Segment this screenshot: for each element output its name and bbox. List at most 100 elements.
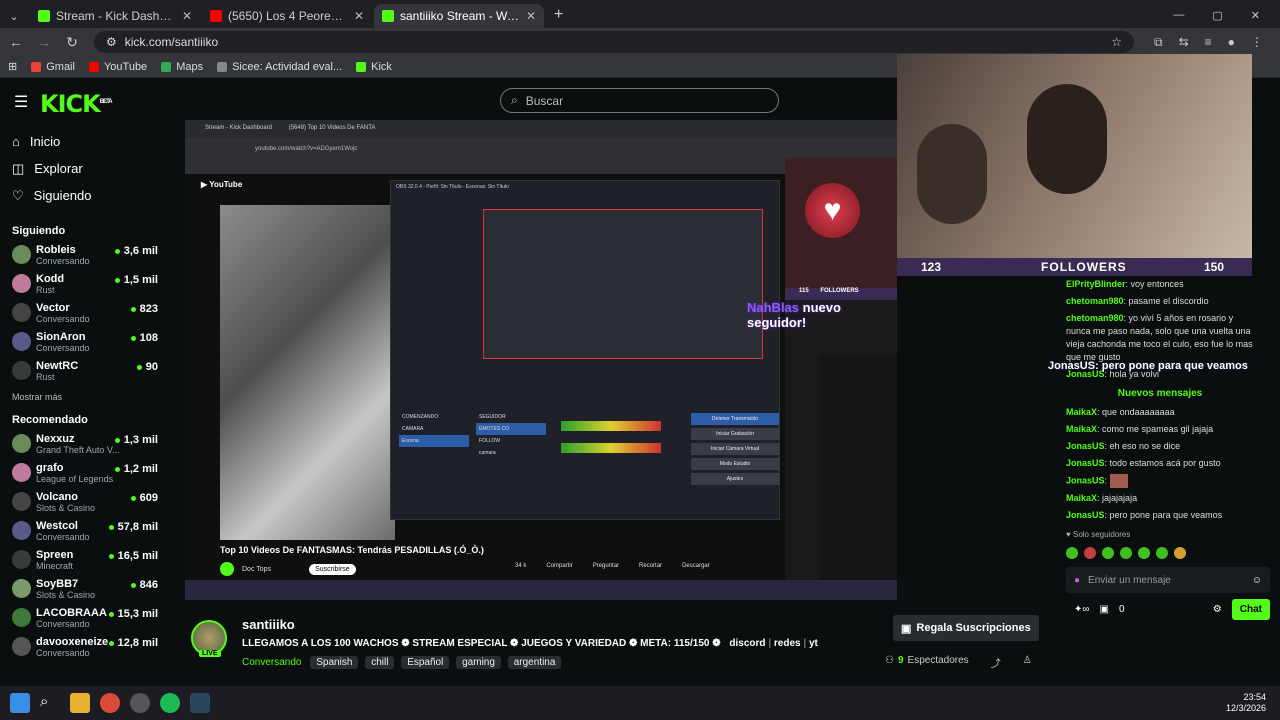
chrome-icon[interactable] [100, 693, 120, 713]
site-info-icon[interactable]: ⚙ [106, 35, 117, 49]
kick-logo[interactable]: KICKBETA [40, 90, 113, 118]
channel-item[interactable]: SionAron Conversando 108 [0, 328, 170, 357]
apps-icon[interactable]: ⊞ [8, 60, 17, 73]
chat-username[interactable]: MaikaX [1066, 424, 1097, 434]
search-input[interactable]: ⌕ Buscar [500, 88, 779, 113]
follow-icon[interactable]: ♙ [1023, 655, 1032, 670]
video-player[interactable]: Stream - Kick Dashboard (5648) Top 10 Vi… [185, 120, 897, 600]
window-close-icon[interactable]: ✕ [1251, 9, 1260, 22]
chat-username[interactable]: MaikaX [1066, 493, 1097, 503]
steam-icon[interactable] [190, 693, 210, 713]
stream-category[interactable]: Conversando [242, 657, 301, 668]
tab-kick-dashboard[interactable]: Stream - Kick Dashboard ✕ [30, 4, 200, 28]
new-messages-divider[interactable]: Nuevos mensajes [1040, 383, 1280, 404]
profile-icon[interactable]: ● [1228, 35, 1235, 50]
bookmark-kick[interactable]: Kick [356, 61, 392, 73]
channel-item[interactable]: Westcol Conversando 57,8 mil [0, 517, 170, 546]
link-redes[interactable]: redes [774, 638, 801, 649]
stream-tag[interactable]: chill [365, 656, 395, 669]
channel-item[interactable]: davooxeneize Conversando 12,8 mil [0, 633, 170, 662]
reload-icon[interactable]: ↻ [60, 34, 84, 51]
minimize-icon[interactable]: — [1173, 9, 1184, 22]
stream-tag[interactable]: argentina [507, 656, 562, 669]
maximize-icon[interactable]: ▢ [1212, 9, 1222, 22]
emoji-icon[interactable]: ☺ [1252, 574, 1262, 587]
forward-icon[interactable]: → [32, 34, 56, 50]
chat-send-button[interactable]: Chat [1231, 599, 1270, 620]
link-discord[interactable]: discord [729, 638, 765, 649]
channel-item[interactable]: Nexxuz Grand Theft Auto V... 1,3 mil [0, 430, 170, 459]
bookmark-youtube[interactable]: YouTube [88, 61, 147, 73]
stream-tag[interactable]: gaming [456, 656, 501, 669]
tab-santiiiko-stream[interactable]: santiiiko Stream - Watch Li ✕ [374, 4, 544, 28]
channel-item[interactable]: grafo League of Legends 1,2 mil [0, 459, 170, 488]
channel-item[interactable]: Volcano Slots & Casino 609 [0, 488, 170, 517]
spotify-icon[interactable] [160, 693, 180, 713]
channel-item[interactable]: LACOBRAAA Conversando 15,3 mil [0, 604, 170, 633]
tab-search-icon[interactable]: ⌄ [0, 10, 28, 23]
search-icon[interactable]: ⌕ [40, 693, 60, 713]
gift-subs-button[interactable]: ▣ Regala Suscripciones [893, 615, 1039, 641]
settings-icon[interactable]: ⚙ [1213, 603, 1222, 616]
chat-username[interactable]: JonasUS [1066, 510, 1105, 520]
close-icon[interactable]: ✕ [526, 9, 536, 23]
chat-username[interactable]: JonasUS [1066, 458, 1105, 468]
menu-icon[interactable]: ⋮ [1251, 35, 1263, 50]
translate-icon[interactable]: ⇆ [1179, 35, 1189, 50]
chat-username[interactable]: chetoman980 [1066, 313, 1124, 323]
bookmark-sicee[interactable]: Sicee: Actividad eval... [217, 61, 342, 73]
emote-icon[interactable] [1120, 547, 1132, 559]
emote-icon[interactable] [1174, 547, 1186, 559]
obs-icon[interactable] [130, 693, 150, 713]
bookmark-gmail[interactable]: Gmail [31, 61, 75, 73]
nav-explorar[interactable]: ◫ Explorar [0, 155, 170, 182]
nav-siguiendo[interactable]: ♡ Siguiendo [0, 182, 170, 209]
tab-youtube[interactable]: (5650) Los 4 Peores Encuentros ✕ [202, 4, 372, 28]
clock[interactable]: 23:54 12/3/2026 [1226, 692, 1266, 714]
gift-icon[interactable]: ▣ [1100, 603, 1109, 616]
extensions-icon[interactable]: ⧉ [1154, 35, 1163, 50]
emote-icon[interactable] [1084, 547, 1096, 559]
channel-item[interactable]: Spreen Minecraft 16,5 mil [0, 546, 170, 575]
show-more-link[interactable]: Mostrar más [0, 392, 170, 402]
points-icon[interactable]: ✦∞ [1074, 603, 1090, 616]
channel-item[interactable]: NewtRC Rust 90 [0, 357, 170, 386]
chat-username[interactable]: ElPrityBlinder [1066, 279, 1126, 289]
back-icon[interactable]: ← [4, 34, 28, 50]
new-tab-button[interactable]: + [554, 6, 563, 24]
close-icon[interactable]: ✕ [182, 9, 192, 23]
bookmark-maps[interactable]: Maps [161, 61, 203, 73]
hamburger-menu-icon[interactable]: ☰ [14, 92, 28, 112]
file-explorer-icon[interactable] [70, 693, 90, 713]
emote-icon[interactable] [1156, 547, 1168, 559]
chat-username[interactable]: MaikaX [1066, 407, 1097, 417]
stream-tag[interactable]: Spanish [310, 656, 359, 669]
chat-username[interactable]: JonasUS [1066, 475, 1105, 485]
channel-item[interactable]: SoyBB7 Slots & Casino 846 [0, 575, 170, 604]
channel-item[interactable]: Kodd Rust 1,5 mil [0, 270, 170, 299]
link-yt[interactable]: yt [809, 638, 818, 649]
emote-icon[interactable] [1138, 547, 1150, 559]
chat-username[interactable]: JonasUS [1066, 441, 1105, 451]
channel-item[interactable]: Robleis Conversando 3,6 mil [0, 241, 170, 270]
microphone-icon[interactable]: ● [1074, 574, 1080, 587]
emote-icon[interactable] [1066, 547, 1078, 559]
viewers-label: Espectadores [907, 655, 969, 666]
beta-label: BETA [99, 99, 113, 105]
tab-title: santiiiko Stream - Watch Li [400, 9, 520, 23]
channel-item[interactable]: Vector Conversando 823 [0, 299, 170, 328]
close-icon[interactable]: ✕ [354, 9, 364, 23]
url-field[interactable]: ⚙ kick.com/santiiiko ☆ [94, 31, 1134, 53]
stream-tag[interactable]: Español [401, 656, 450, 669]
streamer-name[interactable]: santiiiko [242, 617, 295, 632]
nav-inicio[interactable]: ⌂ Inicio [0, 128, 170, 155]
emote-icon[interactable] [1102, 547, 1114, 559]
bookmark-star-icon[interactable]: ☆ [1111, 35, 1122, 49]
chat-input[interactable]: ● Enviar un mensaje ☺ [1066, 567, 1270, 593]
channel-avatar [12, 434, 31, 453]
viewers-icon: ⚇ [885, 655, 894, 666]
windows-start-icon[interactable] [10, 693, 30, 713]
media-icon[interactable]: ≡ [1205, 35, 1212, 50]
chat-username[interactable]: chetoman980 [1066, 296, 1124, 306]
share-icon[interactable]: ⤴ [991, 655, 1001, 670]
